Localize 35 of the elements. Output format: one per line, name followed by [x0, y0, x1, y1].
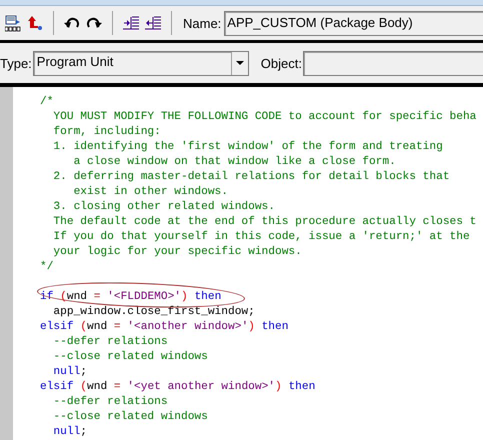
indent-icon[interactable]	[123, 16, 139, 30]
code-line: /*	[40, 95, 54, 110]
type-dropdown[interactable]: Program Unit	[32, 50, 249, 76]
outdent-icon[interactable]	[145, 16, 161, 30]
code-editor[interactable]	[13, 87, 483, 440]
code-line: your logic for your specific windows.	[52, 245, 303, 260]
code-line: The default code at the end of this procedure actually closes t	[52, 215, 478, 230]
code-line: 3. closing other related windows.	[52, 200, 276, 215]
code-line: null;	[52, 425, 88, 440]
object-field[interactable]	[302, 50, 483, 76]
code-line: --close related windows	[52, 350, 209, 365]
code-line: 1. identifying the 'first window' of the form and treating	[52, 140, 444, 155]
code-line: If you do that yourself in this code, issue a 'return;' at the	[52, 230, 471, 245]
redo-icon[interactable]	[86, 16, 102, 30]
code-line: --defer relations	[52, 335, 169, 350]
name-field[interactable]: APP_CUSTOM (Package Body)	[224, 10, 483, 36]
return-arrow-icon[interactable]	[27, 15, 43, 31]
code-line: --defer relations	[52, 395, 169, 410]
code-line: a close window on that window like a close form.	[72, 155, 397, 170]
code-line: null;	[52, 365, 88, 380]
code-line: 2. deferring master-detail relations for detail blocks that	[52, 170, 451, 185]
type-label: Type:	[0, 56, 32, 70]
code-line: form, including:	[52, 125, 162, 140]
object-label: Object:	[260, 56, 302, 70]
code-line: YOU MUST MODIFY THE FOLLOWING CODE to account for specific beha	[52, 110, 478, 125]
dropdown-arrow-icon	[236, 61, 244, 65]
name-label: Name:	[183, 16, 222, 30]
code-line: exist in other windows.	[72, 185, 229, 200]
code-line: elsif (wnd = '<another window>') then	[40, 320, 290, 335]
compile-icon[interactable]	[5, 14, 21, 32]
undo-icon[interactable]	[64, 16, 80, 30]
code-line: elsif (wnd = '<yet another window>') then	[40, 380, 316, 395]
code-line: app_window.close_first_window;	[52, 305, 256, 320]
code-line: */	[40, 260, 54, 275]
code-line: --close related windows	[52, 410, 209, 425]
